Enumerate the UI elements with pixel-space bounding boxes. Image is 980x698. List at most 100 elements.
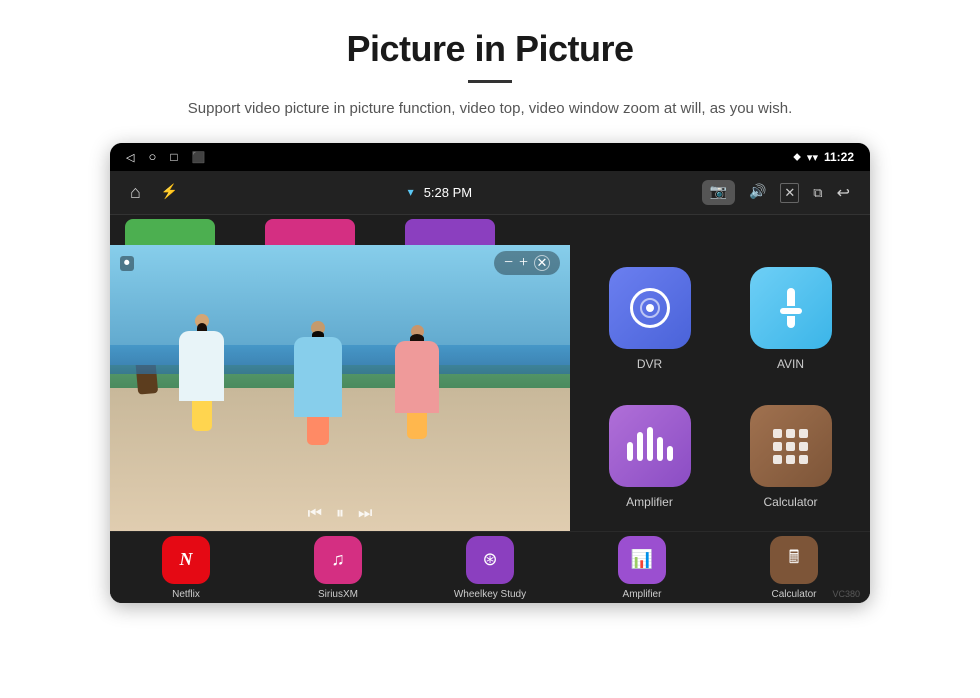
recent-icon[interactable]: □ bbox=[170, 150, 177, 165]
amp-bar-4 bbox=[657, 437, 663, 461]
app-cell-dvr[interactable]: DVR bbox=[582, 253, 717, 385]
device-frame: ◁ ○ □ ⬛ ⬥ ▾▾ 11:22 ⌂ ⚡ ▾ 5:28 PM bbox=[110, 143, 870, 603]
amplifier-symbol: 📊 bbox=[631, 549, 653, 570]
calculator-icon-wrapper bbox=[750, 405, 832, 487]
pip-minus-btn[interactable]: − bbox=[504, 254, 513, 272]
page-wrapper: Picture in Picture Support video picture… bbox=[0, 0, 980, 698]
dvr-outer-ring bbox=[630, 288, 670, 328]
netflix-icon: N bbox=[162, 536, 210, 584]
pip-record-icon: ⏺ bbox=[120, 256, 134, 271]
calculator-label: Calculator bbox=[763, 495, 817, 509]
calc-key-1 bbox=[773, 429, 782, 438]
status-left: ◁ ○ □ ⬛ bbox=[126, 149, 205, 165]
app-cell-calculator[interactable]: Calculator bbox=[723, 391, 858, 523]
dvr-icon-wrapper bbox=[609, 267, 691, 349]
camera-button[interactable]: 📷 bbox=[702, 180, 735, 205]
avin-icon bbox=[780, 288, 802, 328]
calc-key-3 bbox=[799, 429, 808, 438]
dvr-label: DVR bbox=[637, 357, 662, 371]
video-scene: ⏺ − + ✕ ⏮ ⏸ ⏭ bbox=[110, 245, 570, 531]
pip-size-controls[interactable]: − + ✕ bbox=[494, 251, 560, 275]
amplifier-bottom-label: Amplifier bbox=[623, 589, 662, 600]
amplifier-icon bbox=[627, 427, 673, 465]
nav-time: 5:28 PM bbox=[424, 185, 472, 200]
calculator-icon bbox=[769, 425, 812, 468]
calculator-symbol: 🖩 bbox=[789, 545, 800, 575]
page-title: Picture in Picture bbox=[346, 28, 633, 70]
window-icon[interactable]: ⧉ bbox=[813, 185, 822, 201]
wheelkey-partial-btn[interactable] bbox=[405, 219, 495, 245]
sirius-label: SiriusXM bbox=[318, 589, 358, 600]
volume-icon[interactable]: 🔊 bbox=[749, 184, 766, 201]
prev-btn[interactable]: ⏮ bbox=[308, 505, 322, 523]
video-controls-bar: ⏺ − + ✕ bbox=[114, 249, 566, 277]
usb-icon[interactable]: ⚡ bbox=[161, 184, 178, 201]
partial-app-row bbox=[110, 215, 870, 245]
back-nav-icon[interactable]: ↩ bbox=[837, 183, 850, 203]
sirius-symbol: ♫ bbox=[331, 549, 345, 570]
home-icon[interactable]: ⌂ bbox=[130, 182, 141, 203]
bottom-app-calculator[interactable]: 🖩 Calculator bbox=[718, 532, 870, 603]
amp-bar-2 bbox=[637, 432, 643, 461]
sirius-partial-btn[interactable] bbox=[265, 219, 355, 245]
title-divider bbox=[468, 80, 512, 83]
calculator-bottom-icon: 🖩 bbox=[770, 536, 818, 584]
calc-key-9 bbox=[799, 455, 808, 464]
wheelkey-icon: ⊛ bbox=[466, 536, 514, 584]
netflix-partial-btn[interactable] bbox=[125, 219, 215, 245]
screenshot-icon[interactable]: ⬛ bbox=[192, 151, 206, 164]
bottom-app-netflix[interactable]: N Netflix bbox=[110, 532, 262, 603]
wheelkey-label: Wheelkey Study bbox=[454, 589, 526, 600]
calc-key-7 bbox=[773, 455, 782, 464]
bottom-app-sirius[interactable]: ♫ SiriusXM bbox=[262, 532, 414, 603]
netflix-symbol: N bbox=[180, 549, 193, 570]
avin-plug-body bbox=[787, 288, 795, 306]
pip-close-btn[interactable]: ✕ bbox=[534, 255, 550, 271]
pip-plus-btn[interactable]: + bbox=[519, 254, 528, 272]
status-time: 11:22 bbox=[824, 150, 854, 164]
wheelkey-symbol: ⊛ bbox=[482, 549, 497, 570]
dvr-inner-ring bbox=[640, 298, 660, 318]
amp-bar-5 bbox=[667, 446, 673, 461]
nav-center: ▾ 5:28 PM bbox=[408, 185, 472, 200]
person-3 bbox=[395, 325, 439, 439]
pip-video-area: ⏺ − + ✕ ⏮ ⏸ ⏭ bbox=[110, 245, 570, 531]
status-bar: ◁ ○ □ ⬛ ⬥ ▾▾ 11:22 bbox=[110, 143, 870, 171]
main-split: ⏺ − + ✕ ⏮ ⏸ ⏭ bbox=[110, 245, 870, 531]
sirius-icon: ♫ bbox=[314, 536, 362, 584]
calc-key-6 bbox=[799, 442, 808, 451]
person-1 bbox=[179, 314, 224, 431]
bottom-app-row: N Netflix ♫ SiriusXM ⊛ Wheelkey Study bbox=[110, 531, 870, 603]
play-pause-btn[interactable]: ⏸ bbox=[336, 505, 344, 523]
dvr-icon bbox=[630, 288, 670, 328]
screen-content: ⏺ − + ✕ ⏮ ⏸ ⏭ bbox=[110, 215, 870, 603]
avin-tip bbox=[787, 316, 795, 328]
amplifier-label: Amplifier bbox=[626, 495, 673, 509]
avin-label: AVIN bbox=[777, 357, 804, 371]
amp-bar-3 bbox=[647, 427, 653, 461]
nav-bar: ⌂ ⚡ ▾ 5:28 PM 📷 🔊 ✕ ⧉ ↩ bbox=[110, 171, 870, 215]
app-cell-amplifier[interactable]: Amplifier bbox=[582, 391, 717, 523]
home-circle-icon[interactable]: ○ bbox=[148, 149, 156, 165]
playback-controls: ⏮ ⏸ ⏭ bbox=[308, 505, 373, 523]
person-2 bbox=[294, 321, 342, 445]
amplifier-icon-wrapper bbox=[609, 405, 691, 487]
bottom-app-amplifier[interactable]: 📊 Amplifier bbox=[566, 532, 718, 603]
app-grid: DVR AVIN bbox=[570, 245, 870, 531]
avin-base bbox=[780, 308, 802, 314]
back-icon[interactable]: ◁ bbox=[126, 151, 134, 164]
wifi-icon: ▾▾ bbox=[807, 151, 818, 164]
next-btn[interactable]: ⏭ bbox=[358, 505, 372, 523]
nav-right: 📷 🔊 ✕ ⧉ ↩ bbox=[702, 180, 850, 205]
status-right: ⬥ ▾▾ 11:22 bbox=[793, 150, 854, 164]
app-cell-avin[interactable]: AVIN bbox=[723, 253, 858, 385]
page-subtitle: Support video picture in picture functio… bbox=[188, 97, 792, 121]
close-nav-icon[interactable]: ✕ bbox=[780, 183, 799, 203]
avin-icon-wrapper bbox=[750, 267, 832, 349]
calc-key-2 bbox=[786, 429, 795, 438]
netflix-label: Netflix bbox=[172, 589, 200, 600]
bottom-app-wheelkey[interactable]: ⊛ Wheelkey Study bbox=[414, 532, 566, 603]
calc-key-8 bbox=[786, 455, 795, 464]
location-icon: ⬥ bbox=[793, 151, 801, 164]
amplifier-bottom-icon: 📊 bbox=[618, 536, 666, 584]
